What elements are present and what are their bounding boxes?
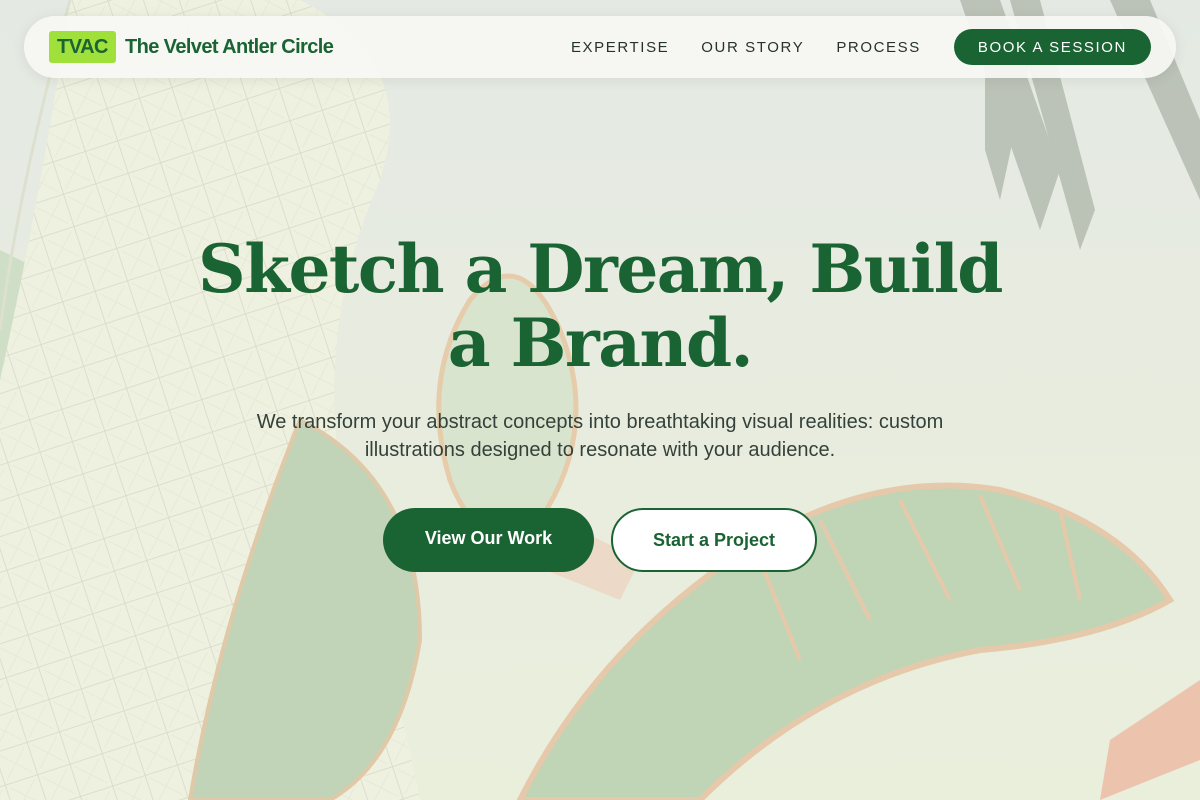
brand-badge: TVAC: [49, 31, 116, 63]
hero-title: Sketch a Dream, Build a Brand.: [198, 230, 1003, 382]
nav-link-process[interactable]: PROCESS: [836, 39, 921, 56]
view-our-work-button[interactable]: View Our Work: [383, 508, 594, 572]
nav-link-our-story[interactable]: OUR STORY: [701, 39, 804, 56]
nav-link-expertise[interactable]: EXPERTISE: [571, 39, 669, 56]
brand-name: The Velvet Antler Circle: [124, 35, 334, 58]
hero-actions: View Our Work Start a Project: [0, 508, 1200, 572]
top-navbar: TVAC The Velvet Antler Circle EXPERTISE …: [24, 16, 1176, 78]
brand-logo[interactable]: TVAC The Velvet Antler Circle: [49, 31, 334, 63]
nav-links: EXPERTISE OUR STORY PROCESS BOOK A SESSI…: [571, 29, 1151, 65]
hero-section: Sketch a Dream, Build a Brand. We transf…: [0, 232, 1200, 572]
start-project-button[interactable]: Start a Project: [611, 508, 817, 572]
book-session-button[interactable]: BOOK A SESSION: [953, 29, 1151, 65]
hero-subtitle: We transform your abstract concepts into…: [256, 411, 944, 461]
